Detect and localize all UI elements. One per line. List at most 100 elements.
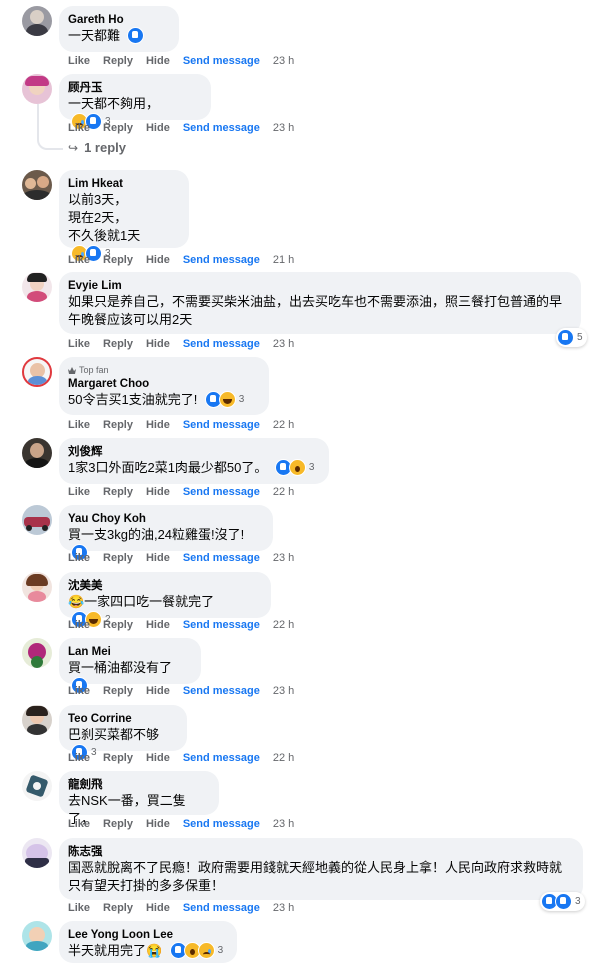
reply-button[interactable]: Reply: [103, 901, 133, 915]
comment-bubble: Top fan Margaret Choo 50令吉买1支油就完了! 3: [59, 357, 269, 415]
view-replies-link[interactable]: ↪ 1 reply: [68, 140, 126, 155]
comment-author[interactable]: 刘俊辉: [68, 445, 319, 459]
avatar[interactable]: [22, 357, 52, 387]
timestamp[interactable]: 23 h: [273, 901, 294, 915]
comment-bubble: 沈美美 😂一家四口吃一餐就完了 2: [59, 572, 271, 629]
send-message-button[interactable]: Send message: [183, 485, 260, 499]
reply-button[interactable]: Reply: [103, 618, 133, 632]
reply-button[interactable]: Reply: [103, 54, 133, 68]
avatar[interactable]: [22, 572, 52, 602]
hide-button[interactable]: Hide: [146, 751, 170, 765]
comment-author[interactable]: Lim Hkeat: [68, 177, 179, 191]
timestamp[interactable]: 23 h: [273, 551, 294, 565]
send-message-button[interactable]: Send message: [183, 901, 260, 915]
comment-author[interactable]: Teo Corrine: [68, 712, 177, 726]
hide-button[interactable]: Hide: [146, 618, 170, 632]
reactions[interactable]: 3: [540, 892, 585, 911]
comment-author[interactable]: 陈志强: [68, 845, 573, 859]
hide-button[interactable]: Hide: [146, 817, 170, 831]
comment-text: 1家3口外面吃2菜1肉最少都50了。: [68, 460, 268, 475]
avatar[interactable]: [22, 170, 52, 200]
send-message-button[interactable]: Send message: [183, 817, 260, 831]
avatar[interactable]: [22, 838, 52, 868]
like-button[interactable]: Like: [68, 684, 90, 698]
avatar[interactable]: [22, 638, 52, 668]
avatar[interactable]: [22, 272, 52, 302]
comment-author[interactable]: 顾丹玉: [68, 81, 201, 95]
hide-button[interactable]: Hide: [146, 418, 170, 432]
timestamp[interactable]: 21 h: [273, 253, 294, 267]
like-button[interactable]: Like: [68, 901, 90, 915]
avatar[interactable]: [22, 921, 52, 951]
reactions[interactable]: 3: [274, 459, 314, 477]
send-message-button[interactable]: Send message: [183, 54, 260, 68]
timestamp[interactable]: 23 h: [273, 684, 294, 698]
comment-author[interactable]: Yau Choy Koh: [68, 512, 263, 526]
timestamp[interactable]: 23 h: [273, 54, 294, 68]
send-message-button[interactable]: Send message: [183, 418, 260, 432]
send-message-button[interactable]: Send message: [183, 684, 260, 698]
hide-button[interactable]: Hide: [146, 684, 170, 698]
timestamp[interactable]: 22 h: [273, 485, 294, 499]
timestamp[interactable]: 23 h: [273, 817, 294, 831]
like-button[interactable]: Like: [68, 121, 90, 135]
send-message-button[interactable]: Send message: [183, 253, 260, 267]
comment-author[interactable]: Evyie Lim: [68, 279, 571, 293]
avatar[interactable]: [22, 705, 52, 735]
reply-button[interactable]: Reply: [103, 337, 133, 351]
comment-text: 一天都不夠用，: [68, 96, 160, 111]
avatar[interactable]: [22, 505, 52, 535]
send-message-button[interactable]: Send message: [183, 751, 260, 765]
reply-button[interactable]: Reply: [103, 817, 133, 831]
comment-author[interactable]: Lan Mei: [68, 645, 191, 659]
like-button[interactable]: Like: [68, 337, 90, 351]
like-button[interactable]: Like: [68, 817, 90, 831]
timestamp[interactable]: 22 h: [273, 418, 294, 432]
like-button[interactable]: Like: [68, 485, 90, 499]
hide-button[interactable]: Hide: [146, 337, 170, 351]
like-button[interactable]: Like: [68, 618, 90, 632]
hide-button[interactable]: Hide: [146, 901, 170, 915]
reply-button[interactable]: Reply: [103, 684, 133, 698]
like-button[interactable]: Like: [68, 751, 90, 765]
hide-button[interactable]: Hide: [146, 485, 170, 499]
comment-author[interactable]: 龍劍飛: [68, 778, 209, 792]
reply-button[interactable]: Reply: [103, 551, 133, 565]
sad-reaction-icon: [197, 942, 215, 960]
avatar[interactable]: [22, 771, 52, 801]
timestamp[interactable]: 22 h: [273, 618, 294, 632]
reply-button[interactable]: Reply: [103, 485, 133, 499]
like-button[interactable]: Like: [68, 551, 90, 565]
reply-button[interactable]: Reply: [103, 751, 133, 765]
avatar[interactable]: [22, 438, 52, 468]
like-button[interactable]: Like: [68, 418, 90, 432]
timestamp[interactable]: 23 h: [273, 337, 294, 351]
hide-button[interactable]: Hide: [146, 54, 170, 68]
reactions[interactable]: 5: [556, 328, 587, 347]
comment-author[interactable]: Margaret Choo: [68, 377, 259, 391]
send-message-button[interactable]: Send message: [183, 551, 260, 565]
hide-button[interactable]: Hide: [146, 551, 170, 565]
reply-button[interactable]: Reply: [103, 253, 133, 267]
timestamp[interactable]: 23 h: [273, 121, 294, 135]
reactions[interactable]: [127, 27, 145, 45]
like-button[interactable]: Like: [68, 253, 90, 267]
reactions[interactable]: 3: [204, 391, 244, 409]
comment-actions: Like Reply Hide Send message 23 h: [68, 684, 307, 698]
reactions[interactable]: 3: [169, 942, 223, 960]
reply-button[interactable]: Reply: [103, 121, 133, 135]
hide-button[interactable]: Hide: [146, 121, 170, 135]
send-message-button[interactable]: Send message: [183, 337, 260, 351]
comment-author[interactable]: 沈美美: [68, 579, 261, 593]
reply-button[interactable]: Reply: [103, 418, 133, 432]
avatar[interactable]: [22, 74, 52, 104]
send-message-button[interactable]: Send message: [183, 618, 260, 632]
hide-button[interactable]: Hide: [146, 253, 170, 267]
comment-author[interactable]: Gareth Ho: [68, 13, 169, 27]
send-message-button[interactable]: Send message: [183, 121, 260, 135]
like-button[interactable]: Like: [68, 54, 90, 68]
timestamp[interactable]: 22 h: [273, 751, 294, 765]
comment-author[interactable]: Lee Yong Loon Lee: [68, 928, 227, 942]
comment-bubble: Lee Yong Loon Lee 半天就用完了😭 3: [59, 921, 237, 963]
avatar[interactable]: [22, 6, 52, 36]
